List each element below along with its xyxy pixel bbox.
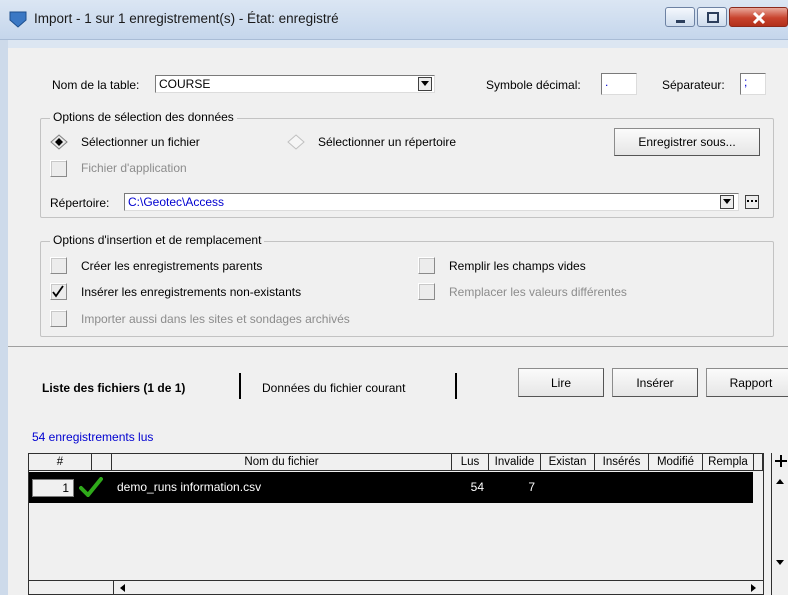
chevron-down-icon[interactable] [418,77,432,91]
table-select-value: COURSE [159,77,211,91]
minimize-button[interactable] [665,7,695,27]
tab-files[interactable]: Liste des fichiers (1 de 1) [42,381,185,395]
dir-label: Répertoire: [50,196,110,210]
table-label: Nom de la table: [52,78,140,92]
radio-selected-icon[interactable] [50,134,68,150]
column-header-inserted[interactable]: Insérés [595,454,649,471]
insert-button[interactable]: Insérer [612,368,698,397]
horizontal-scrollbar[interactable] [29,580,763,595]
report-button[interactable]: Rapport [706,368,788,397]
title-bar[interactable]: Import - 1 sur 1 enregistrement(s) - Éta… [0,0,788,40]
import-archived-checkbox[interactable] [50,310,67,327]
column-header-modified[interactable]: Modifié [649,454,703,471]
window-title: Import - 1 sur 1 enregistrement(s) - Éta… [34,11,339,26]
lus-cell: 54 [470,480,484,494]
fill-empty-label[interactable]: Remplir les champs vides [449,259,586,273]
maximize-button[interactable] [697,7,727,27]
invalid-cell: 7 [528,480,535,494]
status-text: 54 enregistrements lus [32,430,154,444]
separator-label: Séparateur: [662,78,725,92]
row-number-cell[interactable]: 1 [32,479,74,497]
close-icon [752,11,766,25]
app-file-label: Fichier d'application [81,161,187,175]
save-as-button[interactable]: Enregistrer sous... [614,128,760,156]
tab-divider [455,373,457,399]
select-dir-label[interactable]: Sélectionner un répertoire [318,135,456,149]
column-header-invalid[interactable]: Invalide [489,454,541,471]
create-parents-label[interactable]: Créer les enregistrements parents [81,259,262,273]
browse-icon[interactable] [745,195,759,209]
create-parents-checkbox[interactable] [50,257,67,274]
column-header-file[interactable]: Nom du fichier [112,454,452,471]
selection-legend: Options de sélection des données [50,110,237,124]
chevron-down-icon[interactable] [720,195,734,209]
separator-field[interactable]: ; [740,73,766,95]
column-header-status[interactable] [92,454,112,471]
column-header-num[interactable]: # [29,454,92,471]
column-header-existing[interactable]: Existan [541,454,595,471]
check-green-icon [79,477,103,497]
vertical-scrollbar[interactable] [771,453,788,595]
maximize-icon [707,12,719,23]
fill-empty-checkbox[interactable] [418,257,435,274]
column-header-spacer [754,454,763,471]
radio-unselected-icon[interactable] [287,134,305,150]
read-button[interactable]: Lire [518,368,604,397]
dir-value: C:\Geotec\Access [128,195,225,209]
minimize-icon [676,20,685,23]
dir-select[interactable]: C:\Geotec\Access [124,193,739,211]
files-grid[interactable]: # Nom du fichier Lus Invalide Existan In… [28,453,764,595]
plus-icon[interactable] [775,455,787,467]
scroll-right-icon[interactable] [751,584,757,592]
file-name-cell[interactable]: demo_runs information.csv [117,480,261,494]
checkmark-icon [52,285,64,298]
insert-nonexisting-checkbox[interactable] [50,283,67,300]
insert-nonexisting-label[interactable]: Insérer les enregistrements non-existant… [81,285,301,299]
decimal-field[interactable]: . [601,73,637,95]
scroll-up-icon[interactable] [776,479,784,485]
replace-different-checkbox[interactable] [418,283,435,300]
column-header-replaced[interactable]: Rempla [703,454,754,471]
app-file-checkbox[interactable] [50,160,67,177]
replace-different-label: Remplacer les valeurs différentes [449,285,627,299]
scrollbar-divider [113,581,114,595]
column-header-lus[interactable]: Lus [452,454,489,471]
close-button[interactable] [729,7,788,27]
table-row[interactable]: 1 demo_runs information.csv 54 7 [29,472,753,503]
window-frame-top [8,40,788,48]
scroll-down-icon[interactable] [776,560,784,566]
app-icon [9,11,27,28]
window-frame [0,40,8,595]
tab-current[interactable]: Données du fichier courant [262,381,405,395]
select-file-label[interactable]: Sélectionner un fichier [81,135,200,149]
decimal-label: Symbole décimal: [486,78,581,92]
import-archived-label: Importer aussi dans les sites et sondage… [81,312,350,326]
table-select[interactable]: COURSE [155,75,435,93]
scroll-left-icon[interactable] [119,584,125,592]
tab-divider [239,373,241,399]
insert-legend: Options d'insertion et de remplacement [50,233,265,247]
